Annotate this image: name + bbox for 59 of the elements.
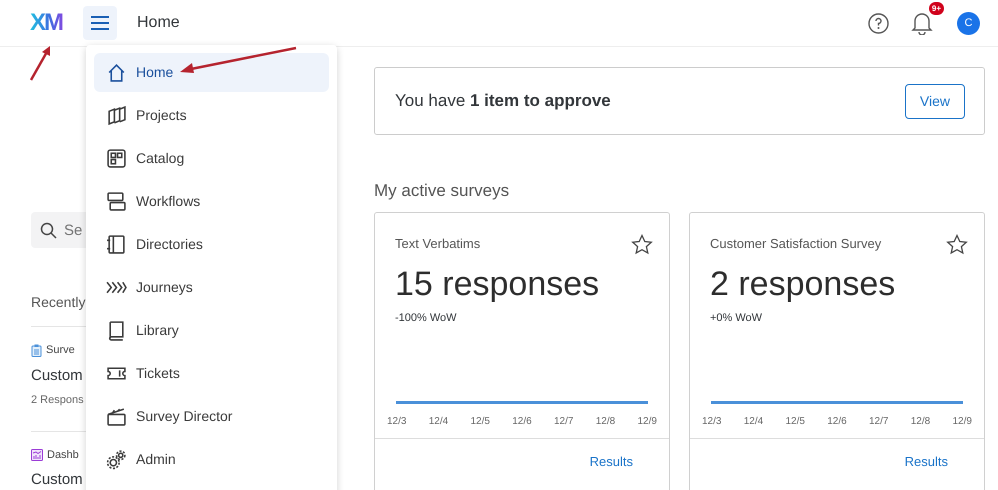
menu-item[interactable]: Admin (94, 440, 329, 479)
axis-label: 12/8 (910, 414, 930, 429)
results-link[interactable]: Results (590, 454, 633, 469)
menu-item[interactable]: Home (94, 53, 329, 92)
star-icon[interactable] (946, 234, 968, 254)
survey-name[interactable]: Text Verbatims (395, 234, 480, 254)
clapperboard-icon (106, 406, 127, 427)
item-type-label: Surve (46, 343, 75, 358)
axis-label: 12/7 (869, 414, 888, 429)
view-button[interactable]: View (904, 84, 965, 118)
survey-name[interactable]: Customer Satisfaction Survey (710, 234, 882, 254)
response-count: 15 responses (395, 264, 600, 304)
axis-label: 12/7 (554, 414, 574, 429)
page-title: Home (137, 13, 180, 33)
axis-label: 12/4 (744, 414, 764, 429)
notification-badge: 9+ (928, 2, 944, 15)
axis-label: 12/3 (387, 414, 406, 429)
notification-icon[interactable] (911, 11, 933, 35)
menu-item[interactable]: Directories (94, 225, 329, 264)
menu-button[interactable] (83, 6, 117, 40)
menu-item[interactable]: Tickets (94, 354, 329, 393)
axis-label: 12/3 (702, 414, 722, 429)
axis-label: 12/9 (638, 414, 657, 429)
home-icon (106, 62, 127, 83)
menu-item[interactable]: Workflows (94, 182, 329, 221)
axis-label: 12/8 (596, 414, 616, 429)
star-icon[interactable] (631, 234, 653, 254)
gears-icon (106, 449, 127, 470)
menu-item[interactable]: Catalog (94, 139, 329, 178)
response-count: 2 Respons (31, 393, 85, 408)
axis-label: 12/6 (512, 414, 532, 429)
axis-label: 12/5 (786, 414, 805, 429)
week-change: -100% WoW (395, 311, 458, 326)
menu-item[interactable]: Survey Director (94, 397, 329, 436)
clipboard-icon (31, 344, 42, 357)
grid-icon (106, 148, 127, 169)
menu-item[interactable]: Library (94, 311, 329, 350)
results-link[interactable]: Results (904, 454, 948, 469)
search-field[interactable]: Se (31, 212, 86, 248)
menu-item[interactable]: Journeys (94, 268, 329, 307)
week-change: +0% WoW (710, 311, 764, 326)
response-count: 2 responses (710, 264, 896, 304)
menu-icon (91, 16, 109, 30)
dashboard-icon (31, 448, 43, 461)
user-avatar[interactable]: C (957, 12, 980, 34)
axis-label: 12/4 (428, 414, 448, 429)
approval-text: You have 1 item to approve (395, 90, 611, 112)
menu-item[interactable]: Projects (94, 96, 329, 135)
recent-item-title[interactable]: Custom (31, 364, 86, 387)
axis-label: 12/9 (952, 414, 972, 429)
section-title: My active surveys (374, 180, 510, 202)
recent-item-title[interactable]: Custom (31, 469, 86, 490)
axis-label: 12/5 (470, 414, 490, 429)
help-icon[interactable] (868, 12, 889, 34)
axis-label: 12/6 (827, 414, 847, 429)
stacked-bars-icon (106, 191, 127, 212)
item-type-label: Dashb (47, 448, 79, 462)
address-book-icon (106, 234, 127, 255)
stacked-pages-icon (106, 105, 127, 126)
